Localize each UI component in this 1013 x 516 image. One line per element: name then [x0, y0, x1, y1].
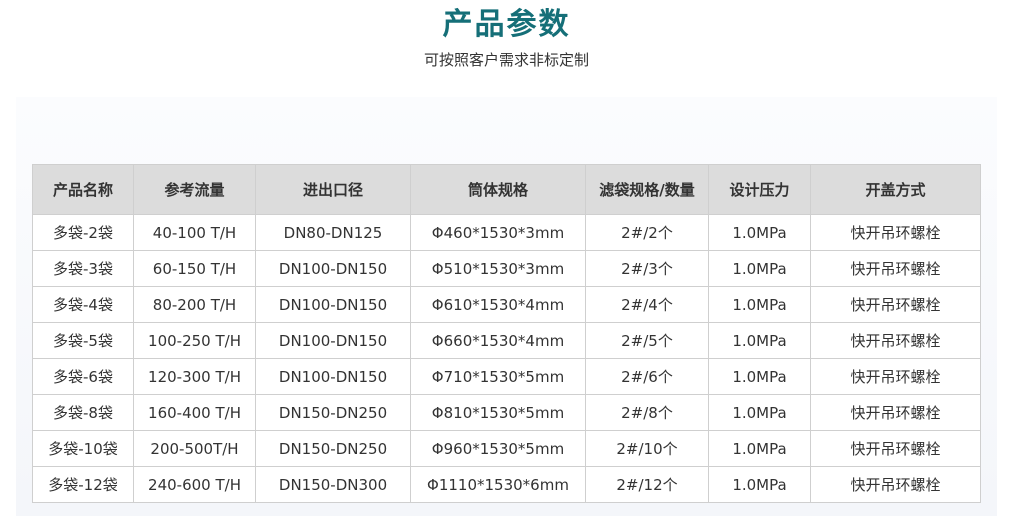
table-cell: 2#/2个	[585, 214, 709, 251]
table-cell: 2#/3个	[585, 250, 709, 287]
table-cell: 快开吊环螺栓	[810, 322, 981, 359]
table-cell: 多袋-2袋	[32, 214, 134, 251]
column-header: 开盖方式	[810, 164, 981, 215]
table-cell: 2#/4个	[585, 286, 709, 323]
table-row: 多袋-2袋 40-100 T/H DN80-DN125 Φ460*1530*3m…	[32, 214, 981, 251]
table-cell: DN150-DN300	[255, 466, 411, 503]
table-cell: DN100-DN150	[255, 322, 411, 359]
table-cell: 200-500T/H	[133, 430, 256, 467]
table-row: 多袋-5袋 100-250 T/H DN100-DN150 Φ660*1530*…	[32, 322, 981, 359]
table-header-row: 产品名称 参考流量 进出口径 筒体规格 滤袋规格/数量 设计压力 开盖方式	[32, 164, 981, 215]
table-cell: Φ510*1530*3mm	[410, 250, 586, 287]
table-cell: Φ660*1530*4mm	[410, 322, 586, 359]
table-cell: 多袋-10袋	[32, 430, 134, 467]
table-cell: Φ1110*1530*6mm	[410, 466, 586, 503]
table-cell: 多袋-4袋	[32, 286, 134, 323]
table-row: 多袋-10袋 200-500T/H DN150-DN250 Φ960*1530*…	[32, 430, 981, 467]
table-cell: 1.0MPa	[708, 322, 811, 359]
table-row: 多袋-3袋 60-150 T/H DN100-DN150 Φ510*1530*3…	[32, 250, 981, 287]
page-subtitle: 可按照客户需求非标定制	[423, 51, 589, 69]
table-row: 多袋-6袋 120-300 T/H DN100-DN150 Φ710*1530*…	[32, 358, 981, 395]
table-cell: 2#/10个	[585, 430, 709, 467]
table-cell: 1.0MPa	[708, 358, 811, 395]
table-row: 多袋-4袋 80-200 T/H DN100-DN150 Φ610*1530*4…	[32, 286, 981, 323]
table-cell: DN80-DN125	[255, 214, 411, 251]
table-cell: 40-100 T/H	[133, 214, 256, 251]
table-cell: 多袋-8袋	[32, 394, 134, 431]
table-cell: 160-400 T/H	[133, 394, 256, 431]
table-cell: Φ810*1530*5mm	[410, 394, 586, 431]
table-cell: Φ710*1530*5mm	[410, 358, 586, 395]
table-cell: Φ960*1530*5mm	[410, 430, 586, 467]
table-cell: 多袋-12袋	[32, 466, 134, 503]
table-cell: 1.0MPa	[708, 214, 811, 251]
table-cell: 2#/8个	[585, 394, 709, 431]
table-cell: 快开吊环螺栓	[810, 394, 981, 431]
table-cell: 1.0MPa	[708, 286, 811, 323]
table-cell: 多袋-5袋	[32, 322, 134, 359]
table-cell: 1.0MPa	[708, 394, 811, 431]
product-spec-table: 产品名称 参考流量 进出口径 筒体规格 滤袋规格/数量 设计压力 开盖方式 多袋…	[32, 164, 981, 503]
page-title: 产品参数	[442, 7, 571, 42]
table-cell: 120-300 T/H	[133, 358, 256, 395]
column-header: 参考流量	[133, 164, 256, 215]
table-cell: Φ610*1530*4mm	[410, 286, 586, 323]
table-cell: 快开吊环螺栓	[810, 250, 981, 287]
table-cell: 2#/6个	[585, 358, 709, 395]
table-cell: 240-600 T/H	[133, 466, 256, 503]
column-header: 滤袋规格/数量	[585, 164, 709, 215]
table-cell: 多袋-3袋	[32, 250, 134, 287]
table-cell: Φ460*1530*3mm	[410, 214, 586, 251]
table-cell: DN150-DN250	[255, 394, 411, 431]
table-row: 多袋-8袋 160-400 T/H DN150-DN250 Φ810*1530*…	[32, 394, 981, 431]
table-cell: 1.0MPa	[708, 466, 811, 503]
table-cell: 1.0MPa	[708, 430, 811, 467]
table-cell: 2#/5个	[585, 322, 709, 359]
column-header: 产品名称	[32, 164, 134, 215]
table-cell: DN100-DN150	[255, 250, 411, 287]
table-cell: DN100-DN150	[255, 286, 411, 323]
column-header: 设计压力	[708, 164, 811, 215]
table-cell: 快开吊环螺栓	[810, 466, 981, 503]
table-cell: 快开吊环螺栓	[810, 286, 981, 323]
table-cell: 快开吊环螺栓	[810, 358, 981, 395]
table-cell: 快开吊环螺栓	[810, 214, 981, 251]
column-header: 进出口径	[255, 164, 411, 215]
table-cell: 快开吊环螺栓	[810, 430, 981, 467]
table-cell: DN100-DN150	[255, 358, 411, 395]
table-cell: 100-250 T/H	[133, 322, 256, 359]
table-row: 多袋-12袋 240-600 T/H DN150-DN300 Φ1110*153…	[32, 466, 981, 503]
table-cell: DN150-DN250	[255, 430, 411, 467]
table-cell: 多袋-6袋	[32, 358, 134, 395]
table-cell: 80-200 T/H	[133, 286, 256, 323]
table-cell: 2#/12个	[585, 466, 709, 503]
table-cell: 60-150 T/H	[133, 250, 256, 287]
table-cell: 1.0MPa	[708, 250, 811, 287]
column-header: 筒体规格	[410, 164, 586, 215]
